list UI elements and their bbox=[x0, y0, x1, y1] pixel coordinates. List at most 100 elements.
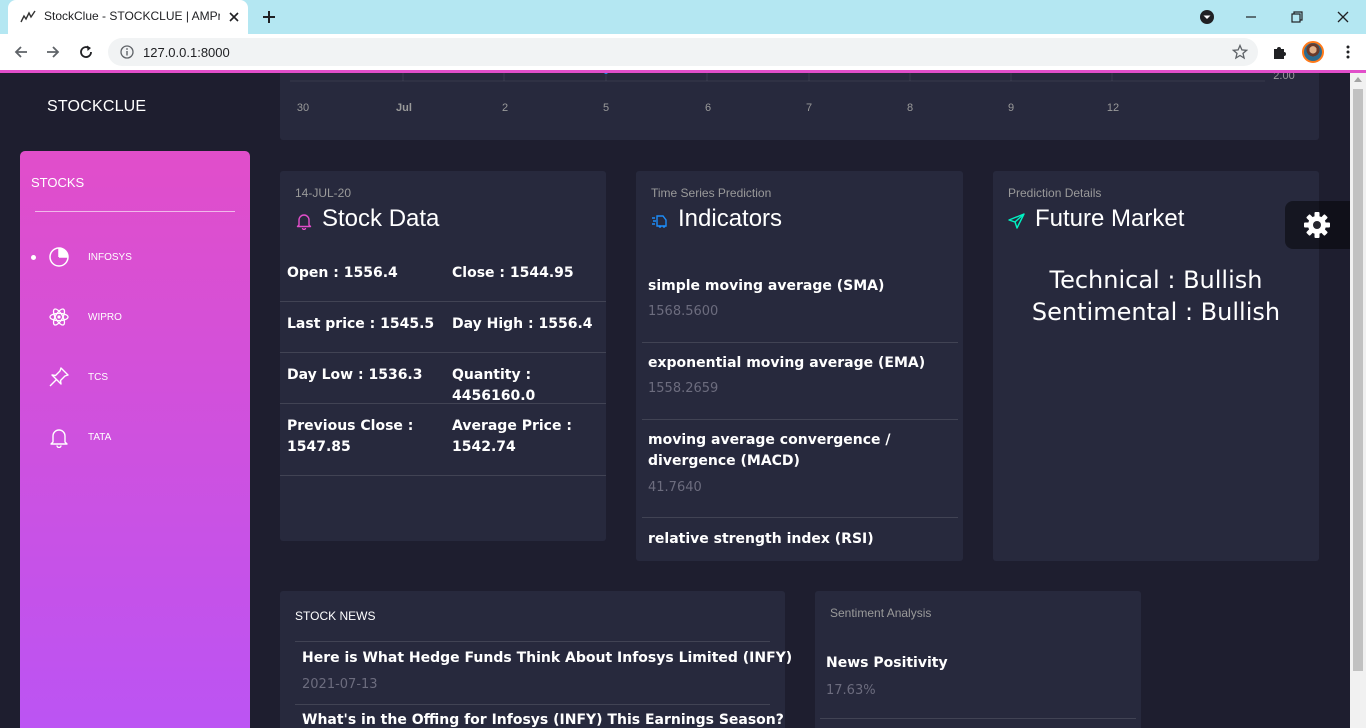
indicator-item-macd: moving average convergence / divergence (… bbox=[642, 420, 958, 518]
scroll-up-arrow[interactable] bbox=[1354, 77, 1362, 82]
forward-icon[interactable] bbox=[44, 43, 62, 61]
field-label: Previous Close : bbox=[287, 418, 414, 434]
sidebar-item-label: TATA bbox=[88, 432, 112, 443]
field-value: 1542.74 bbox=[452, 439, 516, 455]
stock-row: Day Low : 1536.3 Quantity : 4456160.0 bbox=[280, 353, 606, 404]
future-market-card: Prediction Details Future Market Technic… bbox=[993, 171, 1319, 561]
back-icon[interactable] bbox=[12, 43, 30, 61]
sentiment-value: 17.63% bbox=[826, 683, 876, 698]
divider bbox=[295, 641, 770, 642]
card-category: Sentiment Analysis bbox=[830, 606, 932, 620]
field-value: 1544.95 bbox=[509, 265, 574, 281]
sidebar-item-infosys[interactable]: INFOSYS bbox=[20, 237, 250, 277]
x-tick: 12 bbox=[1107, 102, 1119, 114]
sidebar-item-tcs[interactable]: TCS bbox=[20, 357, 250, 397]
minimize-icon[interactable] bbox=[1240, 6, 1262, 28]
sidebar-item-label: TCS bbox=[88, 372, 108, 383]
field-label: Open : bbox=[287, 265, 339, 281]
sidebar: STOCKS INFOSYS WIPRO TCS TATA bbox=[20, 151, 250, 728]
previous-close-field: Previous Close : 1547.85 bbox=[287, 416, 437, 458]
info-icon[interactable] bbox=[120, 45, 134, 59]
indicators-card: Time Series Prediction Indicators simple… bbox=[636, 171, 963, 561]
sentiment-name: News Positivity bbox=[826, 655, 948, 671]
quantity-field: Quantity : 4456160.0 bbox=[452, 365, 606, 407]
tab-title: StockClue - STOCKCLUE | AMPra bbox=[44, 9, 220, 23]
field-value: 1547.85 bbox=[287, 439, 351, 455]
window-close-icon[interactable] bbox=[1332, 6, 1354, 28]
field-value: 1556.4 bbox=[538, 316, 593, 332]
x-tick: Jul bbox=[396, 102, 412, 114]
indicator-name: exponential moving average (EMA) bbox=[648, 355, 926, 371]
indicator-item-ema: exponential moving average (EMA) 1558.26… bbox=[642, 343, 958, 420]
bell-icon bbox=[296, 214, 312, 230]
address-bar[interactable]: 127.0.0.1:8000 bbox=[108, 38, 1258, 66]
restore-icon[interactable] bbox=[1286, 6, 1308, 28]
x-tick: 2 bbox=[502, 102, 508, 114]
browser-toolbar: 127.0.0.1:8000 bbox=[0, 34, 1366, 70]
scrollbar-thumb[interactable] bbox=[1353, 89, 1363, 671]
active-indicator bbox=[31, 255, 36, 260]
close-field: Close : 1544.95 bbox=[452, 263, 574, 284]
indicator-name: relative strength index (RSI) bbox=[648, 531, 874, 547]
pie-chart-icon bbox=[49, 247, 69, 267]
browser-tab[interactable]: StockClue - STOCKCLUE | AMPra bbox=[8, 0, 248, 34]
gear-icon bbox=[1304, 212, 1330, 238]
browser-tab-strip: StockClue - STOCKCLUE | AMPra bbox=[0, 0, 1366, 34]
indicator-name: simple moving average (SMA) bbox=[648, 278, 885, 294]
stock-row: Last price : 1545.5 Day High : 1556.4 bbox=[280, 302, 606, 353]
x-tick: 7 bbox=[806, 102, 812, 114]
y-tick: 2.00 bbox=[1273, 73, 1294, 82]
chrome-media-icon[interactable] bbox=[1196, 6, 1218, 28]
settings-button[interactable] bbox=[1285, 201, 1350, 249]
stock-date: 14-JUL-20 bbox=[295, 186, 352, 200]
day-high-field: Day High : 1556.4 bbox=[452, 314, 593, 335]
field-label: Day Low : bbox=[287, 367, 364, 383]
sentiment-analysis-card: Sentiment Analysis News Positivity 17.63… bbox=[815, 591, 1141, 728]
stock-news-card: STOCK NEWS Here is What Hedge Funds Thin… bbox=[280, 591, 792, 728]
sidebar-item-label: WIPRO bbox=[88, 312, 122, 323]
indicator-name-line: divergence (MACD) bbox=[648, 453, 800, 469]
average-price-field: Average Price : 1542.74 bbox=[452, 416, 602, 458]
sidebar-item-label: INFOSYS bbox=[88, 252, 132, 263]
page-scrollbar[interactable] bbox=[1350, 73, 1366, 728]
last-price-field: Last price : 1545.5 bbox=[287, 314, 434, 335]
sidebar-divider bbox=[35, 211, 235, 212]
close-icon[interactable] bbox=[226, 9, 242, 25]
bell-icon bbox=[50, 429, 68, 448]
field-label: Quantity : bbox=[452, 367, 532, 383]
divider bbox=[820, 718, 1136, 719]
sentimental-outlook: Sentimental : Bullish bbox=[1031, 298, 1281, 326]
plus-icon[interactable] bbox=[260, 8, 278, 26]
star-icon[interactable] bbox=[1232, 44, 1248, 60]
x-tick: 5 bbox=[603, 102, 609, 114]
field-label: Last price : bbox=[287, 316, 376, 332]
x-tick: 8 bbox=[907, 102, 913, 114]
field-value: 1545.5 bbox=[380, 316, 435, 332]
delivery-fast-icon bbox=[652, 215, 667, 228]
field-label: Close : bbox=[452, 265, 505, 281]
field-value: 1556.4 bbox=[343, 265, 398, 281]
card-title: Indicators bbox=[678, 205, 783, 232]
indicator-value: 1558.2659 bbox=[648, 381, 719, 396]
brand-logo[interactable]: STOCKCLUE bbox=[47, 98, 146, 116]
news-headline-link[interactable]: What's in the Offing for Infosys (INFY) … bbox=[302, 712, 784, 728]
x-tick: 9 bbox=[1008, 102, 1014, 114]
page: STOCKCLUE STOCKS INFOSYS WIPRO TCS TATA … bbox=[0, 73, 1350, 728]
divider bbox=[295, 704, 770, 705]
url-text: 127.0.0.1:8000 bbox=[143, 45, 230, 60]
card-title: Future Market bbox=[1035, 205, 1185, 232]
reload-icon[interactable] bbox=[77, 43, 95, 61]
indicator-name-line: moving average convergence / bbox=[648, 432, 891, 448]
kebab-menu-icon[interactable] bbox=[1339, 43, 1357, 61]
open-field: Open : 1556.4 bbox=[287, 263, 398, 284]
stockclue-favicon-icon bbox=[20, 10, 36, 23]
sidebar-item-wipro[interactable]: WIPRO bbox=[20, 297, 250, 337]
sidebar-title: STOCKS bbox=[31, 175, 85, 190]
atom-icon bbox=[49, 308, 69, 326]
avatar[interactable] bbox=[1302, 41, 1324, 63]
send-icon bbox=[1008, 213, 1025, 229]
sidebar-item-tata[interactable]: TATA bbox=[20, 417, 250, 457]
news-headline-link[interactable]: Here is What Hedge Funds Think About Inf… bbox=[302, 650, 792, 666]
field-value: 1536.3 bbox=[368, 367, 423, 383]
puzzle-icon[interactable] bbox=[1271, 43, 1289, 61]
